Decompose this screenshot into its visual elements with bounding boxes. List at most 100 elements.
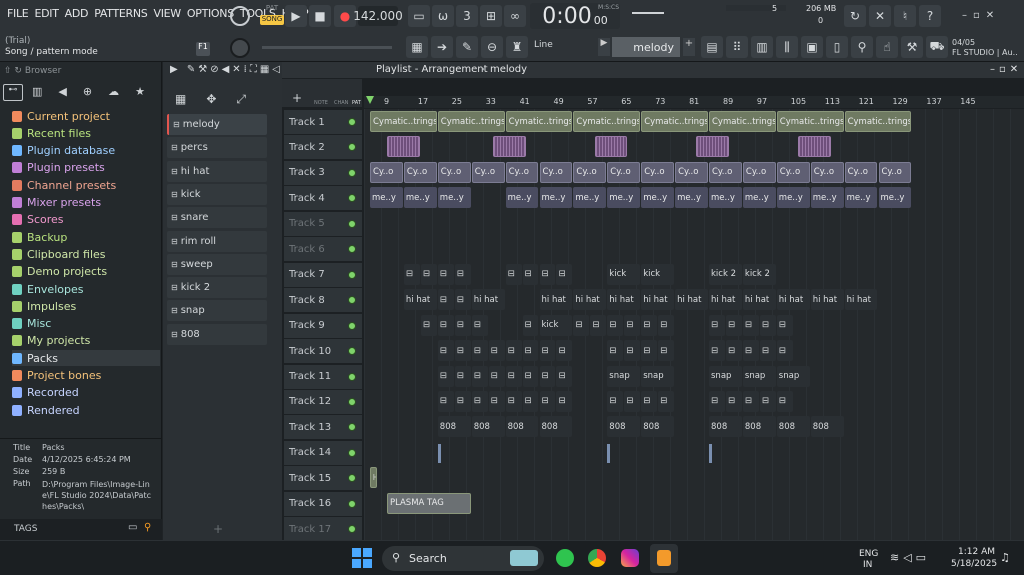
pattern-clip-t9[interactable]: ⊟ [607, 314, 624, 336]
pattern-clip-melody-small[interactable]: me..y [505, 187, 539, 209]
step-sequencer-icon[interactable]: ⠿ [726, 36, 748, 58]
channel-percs[interactable]: ⊟ percs [167, 137, 267, 159]
touch-controller-icon[interactable]: ☝ [876, 36, 898, 58]
pattern-clip-t9[interactable]: ⊟ [776, 314, 793, 336]
playlist-grid[interactable]: Cymatic..trings Cymatic..trings Cymatic..t… [364, 109, 1024, 540]
browser-icon[interactable]: ▯ [826, 36, 848, 58]
clock-date[interactable]: 5/18/2025 [951, 559, 997, 569]
pattern-clip-melody[interactable]: Cy..o [776, 161, 810, 183]
pattern-clip-percs[interactable] [696, 136, 730, 158]
pattern-clip-snap[interactable]: snap [776, 365, 810, 387]
audio-clip-plasma-tag[interactable]: PLASMA TAG [386, 492, 471, 514]
browser-item-misc[interactable]: Misc [12, 316, 160, 332]
pattern-clip-t10[interactable]: ⊟ [742, 340, 759, 362]
master-pitch-slider[interactable] [262, 46, 392, 49]
pattern-clip-melody[interactable]: Cy..o [675, 161, 708, 183]
track-mute-button[interactable] [348, 296, 356, 305]
pattern-clip-percs[interactable] [797, 136, 831, 158]
track-header-2[interactable]: Track 2 [284, 135, 362, 160]
pattern-clip-melody-small[interactable]: me..y [709, 187, 742, 209]
pattern-clip-t10[interactable]: ⊟ [556, 340, 573, 362]
browser-item-mixer-presets[interactable]: Mixer presets [12, 195, 160, 211]
pattern-clip-t12[interactable]: ⊟ [725, 390, 742, 412]
add-channel-icon[interactable]: + [213, 522, 223, 536]
instagram-icon[interactable] [621, 549, 639, 567]
pattern-clip-sweep-small[interactable]: ⊟ [522, 314, 539, 336]
pattern-clip-t12[interactable]: ⊟ [505, 390, 522, 412]
stop-button[interactable]: ■ [309, 5, 331, 27]
pattern-clip-t11-small[interactable]: ⊟ [522, 365, 539, 387]
shop-icon[interactable]: ⛟ [926, 36, 948, 58]
pattern-clip-t10[interactable]: ⊟ [658, 340, 675, 362]
pattern-clip-t12[interactable]: ⊟ [471, 390, 488, 412]
browser-item-plugin-presets[interactable]: Plugin presets [12, 160, 160, 176]
track-mute-button[interactable] [348, 525, 356, 534]
track-header-16[interactable]: Track 16 [284, 491, 362, 516]
track-header-4[interactable]: Track 4 [284, 186, 362, 211]
pattern-clip-t12[interactable]: ⊟ [641, 390, 658, 412]
typing-keyboard-icon[interactable]: ▭ [408, 5, 430, 27]
step-edit-icon[interactable]: ⊞ [480, 5, 502, 27]
pattern-clip-snap[interactable]: snap [709, 365, 742, 387]
pattern-clip-t10[interactable]: ⊟ [488, 340, 505, 362]
pattern-clip-kick[interactable]: kick [607, 263, 641, 285]
pattern-clip-808[interactable]: 808 [776, 416, 810, 438]
track-header-11[interactable]: Track 11 [284, 364, 362, 389]
pattern-clip-t10[interactable]: ⊟ [759, 340, 776, 362]
track-header-17[interactable]: Track 17 [284, 517, 362, 542]
countdown-icon[interactable]: 3 [456, 5, 478, 27]
pattern-clip-t11-small[interactable]: ⊟ [454, 365, 471, 387]
tools-icon[interactable]: ✕ [869, 5, 891, 27]
menu-edit[interactable]: EDIT [31, 7, 61, 20]
pattern-clip-t11-small[interactable]: ⊟ [437, 365, 454, 387]
pat-mode[interactable]: PAT [260, 4, 284, 14]
track-mute-button[interactable] [348, 372, 356, 381]
track-mute-button[interactable] [348, 397, 356, 406]
track-header-9[interactable]: Track 9 [284, 313, 362, 338]
track-header-14[interactable]: Track 14 [284, 440, 362, 465]
pattern-clip-hihat[interactable]: hi hat [742, 289, 776, 311]
pattern-clip-t12[interactable]: ⊟ [488, 390, 505, 412]
automation-marker[interactable] [709, 443, 712, 463]
play-button[interactable]: ▶ [285, 5, 307, 27]
browser-item-clipboard-files[interactable]: Clipboard files [12, 246, 160, 262]
track-header-12[interactable]: Track 12 [284, 389, 362, 414]
menu-options[interactable]: OPTIONS [184, 7, 237, 20]
track-header-1[interactable]: Track 1 [284, 110, 362, 134]
search-icon[interactable]: ⚲ [144, 522, 151, 533]
channel-rim-roll[interactable]: ⊟ rim roll [167, 230, 267, 252]
pattern-clip-t12[interactable]: ⊟ [437, 390, 454, 412]
browser-item-project-bones[interactable]: Project bones [12, 368, 160, 384]
browser-tree-icon[interactable]: ⊷ [3, 84, 23, 101]
audio-clip-strings[interactable]: Cymatic..trings [370, 111, 437, 132]
browser-item-backup[interactable]: Backup [12, 229, 160, 245]
pattern-clip-hihat-small[interactable]: ⊟ [437, 289, 454, 311]
wrench-icon[interactable]: ⚒ [901, 36, 923, 58]
wait-input-icon[interactable]: ω [432, 5, 454, 27]
language-label[interactable]: ENG [859, 549, 878, 559]
pattern-clip-kick-small[interactable]: ⊟ [522, 263, 539, 285]
pattern-clip-melody[interactable]: Cy..o [709, 161, 742, 183]
track-header-3[interactable]: Track 3 [284, 160, 362, 185]
pattern-clip-t9[interactable]: ⊟ [725, 314, 742, 336]
pattern-clip-melody[interactable]: Cy..o [471, 161, 505, 183]
track-mute-button[interactable] [348, 194, 356, 203]
pattern-clip-kick-small[interactable]: ⊟ [420, 263, 437, 285]
audio-clip-strings[interactable]: Cymatic..trings [776, 111, 844, 132]
pattern-clip-hihat[interactable]: hi hat [641, 289, 675, 311]
pattern-clip-kick-small[interactable]: ⊟ [437, 263, 454, 285]
browser-item-recorded[interactable]: Recorded [12, 385, 160, 401]
browser-item-channel-presets[interactable]: Channel presets [12, 177, 160, 193]
channel-kick[interactable]: ⊟ kick [167, 183, 267, 205]
channel-picker-tabs[interactable]: ▦✥⤢ [175, 92, 266, 107]
pattern-clip-melody[interactable]: Cy..o [607, 161, 641, 183]
browser-tabs[interactable]: ▥◀⊕☁★ [32, 85, 161, 98]
automation-marker[interactable] [607, 443, 611, 463]
browser-item-plugin-database[interactable]: Plugin database [12, 143, 160, 159]
undo-icon[interactable]: ↻ [844, 5, 866, 27]
add-pattern-button[interactable]: + [683, 38, 695, 56]
pattern-clip-percs[interactable] [386, 136, 420, 158]
pattern-clip-snap[interactable]: snap [742, 365, 776, 387]
browser-item-impulses[interactable]: Impulses [12, 298, 160, 314]
pattern-clip-percs[interactable] [594, 136, 628, 158]
